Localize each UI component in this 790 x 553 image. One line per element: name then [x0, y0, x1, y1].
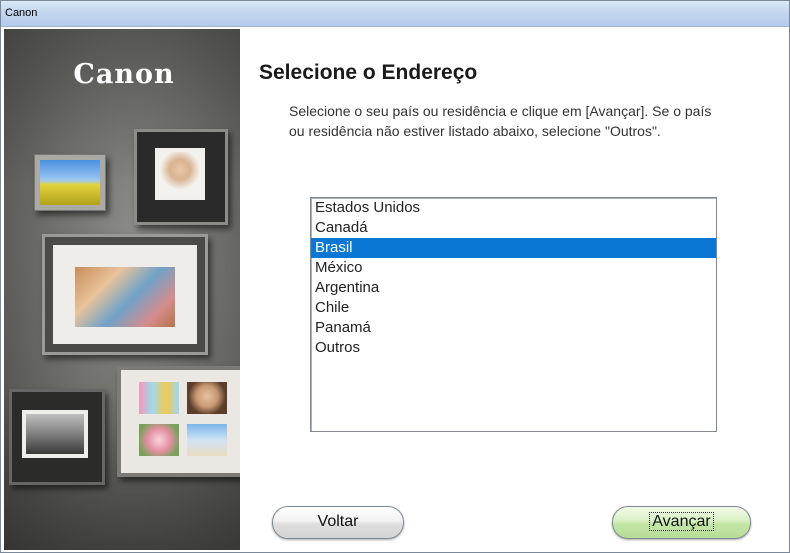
title-bar[interactable]: Canon: [1, 1, 789, 27]
canon-logo: Canon: [73, 59, 175, 90]
list-item[interactable]: Argentina: [311, 278, 716, 298]
collage-photo-1: [139, 382, 179, 414]
collage-photo-2: [187, 382, 227, 414]
list-item[interactable]: Panamá: [311, 318, 716, 338]
collage-photo-frame: [117, 366, 240, 477]
group-photo-frame: [42, 234, 208, 355]
family-photo: [26, 414, 84, 454]
list-item-selected[interactable]: Brasil: [311, 238, 716, 258]
next-button[interactable]: Avançar: [612, 506, 751, 539]
list-item[interactable]: México: [311, 258, 716, 278]
installer-window: Canon Canon Selecione o Endereço Selecio…: [0, 0, 790, 553]
baby-photo: [159, 152, 201, 196]
list-item[interactable]: Canadá: [311, 218, 716, 238]
list-item[interactable]: Estados Unidos: [311, 198, 716, 218]
next-button-label: Avançar: [649, 512, 714, 531]
page-title: Selecione o Endereço: [259, 61, 478, 84]
collage-photo-3: [139, 424, 179, 456]
list-item[interactable]: Outros: [311, 338, 716, 358]
instruction-text: Selecione o seu país ou residência e cli…: [289, 103, 712, 139]
baby-photo-frame: [134, 129, 228, 225]
group-photo: [75, 267, 175, 327]
country-listbox[interactable]: Estados Unidos Canadá Brasil México Arge…: [310, 197, 717, 432]
family-photo-frame: [9, 389, 105, 485]
collage-photo-4: [187, 424, 227, 456]
window-title: Canon: [5, 7, 38, 19]
back-button[interactable]: Voltar: [272, 506, 404, 539]
landscape-photo-frame: [34, 154, 106, 211]
list-item[interactable]: Chile: [311, 298, 716, 318]
decorative-side-panel: Canon: [4, 29, 240, 550]
landscape-photo: [40, 160, 100, 205]
